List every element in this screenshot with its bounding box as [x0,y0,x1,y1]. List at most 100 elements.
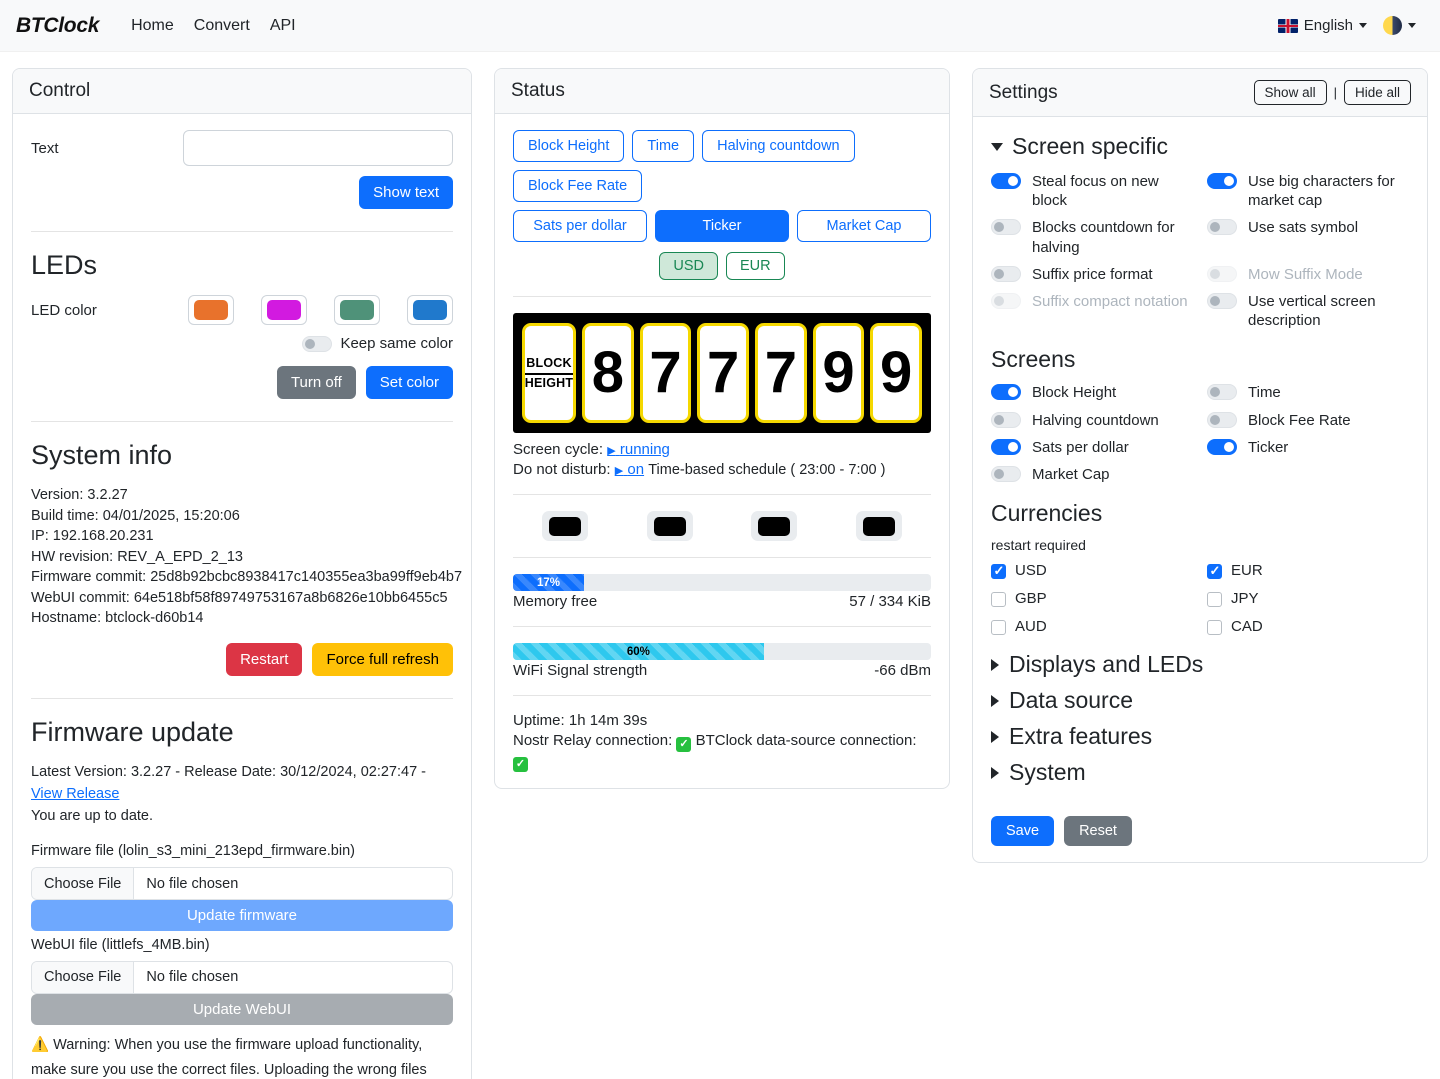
screen-button-halving-countdown[interactable]: Halving countdown [702,130,855,162]
text-input[interactable] [183,130,453,166]
toggle-switch[interactable] [991,219,1021,236]
led-color-picker-4[interactable] [407,295,453,325]
choose-file-button[interactable]: Choose File [32,868,135,900]
currency-buttons-row: USD EUR [513,252,931,280]
toggle-switch[interactable] [1207,411,1237,428]
screen-button-sats-per-dollar[interactable]: Sats per dollar [513,210,647,242]
checkbox[interactable] [1207,620,1222,636]
currency-checkbox-cad[interactable]: CAD [1207,618,1409,636]
screen-specific-title: Screen specific [1012,133,1168,159]
set-color-button[interactable]: Set color [365,366,453,399]
restart-button[interactable]: Restart [226,643,303,677]
screen-toggle-market-cap[interactable]: Market Cap [991,465,1193,484]
leds-title: LEDs [31,250,98,280]
option-label: Ticker [1248,438,1289,456]
language-label: English [1303,17,1353,34]
save-button[interactable]: Save [991,816,1055,847]
screen-cycle-toggle-link[interactable]: ▶ running [607,441,670,458]
screen-button-time[interactable]: Time [632,130,695,162]
setting-suffix-price-format[interactable]: Suffix price format [991,265,1193,284]
screen-cycle-value: running [619,441,670,458]
theme-selector[interactable] [1383,16,1416,35]
checkbox[interactable] [991,620,1006,636]
screen-toggle-time[interactable]: Time [1207,383,1409,402]
screen-toggle-ticker[interactable]: Ticker [1207,438,1409,457]
nav-link-convert[interactable]: Convert [184,13,260,39]
setting-use-sats-symbol[interactable]: Use sats symbol [1207,218,1409,256]
toggle-switch[interactable] [1207,173,1237,189]
checkbox[interactable] [1207,592,1222,608]
screen-buttons-row-2: Sats per dollar Ticker Market Cap [513,210,931,242]
nostr-label: Nostr Relay connection: [513,732,673,749]
force-full-refresh-button[interactable]: Force full refresh [312,643,453,677]
turn-off-button[interactable]: Turn off [276,366,356,399]
text-label: Text [31,139,59,157]
show-all-button[interactable]: Show all [1253,80,1327,105]
led-color-picker-3[interactable] [334,295,380,325]
brand-logo[interactable]: BTClock [16,14,99,38]
toggle-switch[interactable] [1207,384,1237,401]
update-webui-button[interactable]: Update WebUI [31,993,453,1025]
option-label: Suffix compact notation [1032,292,1188,310]
section-toggle-displays-and-leds[interactable]: Displays and LEDs [991,651,1409,678]
webui-file-input[interactable]: Choose File No file chosen [31,960,453,994]
section-toggle-extra-features[interactable]: Extra features [991,723,1409,750]
setting-use-big-characters-for-market-cap[interactable]: Use big characters for market cap [1207,172,1409,210]
currency-checkbox-jpy[interactable]: JPY [1207,590,1409,608]
toggle-switch[interactable] [991,438,1021,455]
status-title: Status [511,80,565,101]
nav-link-api[interactable]: API [260,13,306,39]
toggle-switch[interactable] [991,411,1021,428]
toggle-switch[interactable] [991,173,1021,189]
currency-checkbox-usd[interactable]: USD [991,562,1193,580]
hide-all-button[interactable]: Hide all [1343,80,1411,105]
screen-toggle-sats-per-dollar[interactable]: Sats per dollar [991,438,1193,457]
screen-button-ticker[interactable]: Ticker [655,210,789,242]
screen-button-block-height[interactable]: Block Height [513,130,625,162]
currency-button-eur[interactable]: EUR [726,252,785,280]
screen-toggle-halving-countdown[interactable]: Halving countdown [991,411,1193,430]
nav-link-home[interactable]: Home [121,13,184,39]
toggle-switch[interactable] [991,384,1021,401]
screen-specific-section-toggle[interactable]: Screen specific [991,133,1409,160]
led-color-picker-1[interactable] [188,295,234,325]
toggle-switch [1207,265,1237,282]
screens-title: Screens [991,346,1076,373]
led-color-picker-2[interactable] [261,295,307,325]
system-info-line: HW revision: REV_A_EPD_2_13 [31,548,243,565]
setting-use-vertical-screen-description[interactable]: Use vertical screen description [1207,292,1409,330]
firmware-file-input[interactable]: Choose File No file chosen [31,867,453,901]
keep-same-color-toggle[interactable] [302,335,333,352]
toggle-switch[interactable] [1207,438,1237,455]
screen-button-market-cap[interactable]: Market Cap [797,210,931,242]
control-card: Control Text Show text LEDs LED color Ke… [12,68,472,1079]
toggle-switch[interactable] [1207,292,1237,309]
reset-button[interactable]: Reset [1064,816,1132,847]
section-toggle-data-source[interactable]: Data source [991,687,1409,714]
checkbox[interactable] [1207,563,1222,580]
toggle-switch[interactable] [1207,219,1237,236]
section-toggle-system[interactable]: System [991,759,1409,786]
toggle-switch[interactable] [991,265,1021,282]
screen-toggle-block-height[interactable]: Block Height [991,383,1193,402]
checkbox[interactable] [991,563,1006,580]
currency-checkbox-eur[interactable]: EUR [1207,562,1409,580]
currency-button-usd[interactable]: USD [659,252,718,280]
language-selector[interactable]: English [1277,17,1367,34]
connections-line: Nostr Relay connection: ✓ BTClock data-s… [513,732,931,772]
screen-button-block-fee-rate[interactable]: Block Fee Rate [513,170,643,202]
toggle-switch[interactable] [991,465,1021,482]
view-release-link[interactable]: View Release [31,786,119,802]
setting-steal-focus-on-new-block[interactable]: Steal focus on new block [991,172,1193,210]
currency-checkbox-gbp[interactable]: GBP [991,590,1193,608]
choose-file-button[interactable]: Choose File [32,961,135,993]
show-text-button[interactable]: Show text [359,176,453,209]
checkbox[interactable] [991,592,1006,608]
currency-checkbox-aud[interactable]: AUD [991,618,1193,636]
update-firmware-button[interactable]: Update firmware [31,900,453,932]
setting-blocks-countdown-for-halving[interactable]: Blocks countdown for halving [991,218,1193,256]
screen-toggle-block-fee-rate[interactable]: Block Fee Rate [1207,411,1409,430]
dnd-toggle-link[interactable]: ▶ on [615,461,644,478]
memory-percent-label: 17% [537,576,561,589]
memory-label: Memory free [513,593,598,610]
